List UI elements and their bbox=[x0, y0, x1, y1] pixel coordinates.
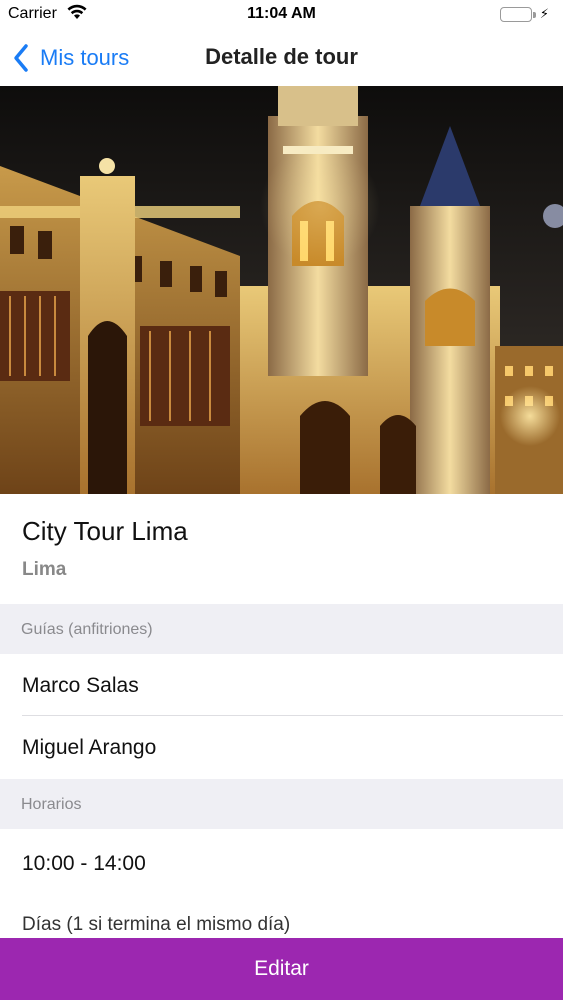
edit-button[interactable]: Editar bbox=[0, 938, 563, 1000]
section-header-label: Horarios bbox=[21, 796, 82, 813]
battery-icon: ⚡ bbox=[499, 6, 549, 22]
tour-header: City Tour Lima Lima bbox=[0, 494, 563, 604]
section-header-label: Guías (anfitriones) bbox=[21, 621, 153, 638]
days-label: Días (1 si termina el mismo día) bbox=[22, 914, 291, 935]
guide-name: Miguel Arango bbox=[22, 736, 157, 759]
section-header-guides: Guías (anfitriones) bbox=[0, 604, 563, 654]
schedule-times: 10:00 - 14:00 bbox=[22, 852, 146, 875]
tour-name: City Tour Lima bbox=[22, 516, 188, 546]
tour-city: Lima bbox=[22, 559, 67, 580]
section-header-schedule: Horarios bbox=[0, 779, 563, 829]
clock: 11:04 AM bbox=[247, 5, 316, 22]
navigation-bar: Mis tours Detalle de tour bbox=[0, 30, 563, 86]
guide-row[interactable]: Marco Salas bbox=[0, 654, 563, 716]
status-bar: Carrier 11:04 AM ⚡ bbox=[0, 0, 563, 30]
guide-name: Marco Salas bbox=[22, 674, 139, 697]
tour-photo bbox=[0, 86, 563, 494]
schedule-row[interactable]: 10:00 - 14:00 bbox=[0, 830, 563, 900]
page-title: Detalle de tour bbox=[205, 44, 358, 69]
guide-row[interactable]: Miguel Arango bbox=[0, 716, 563, 778]
